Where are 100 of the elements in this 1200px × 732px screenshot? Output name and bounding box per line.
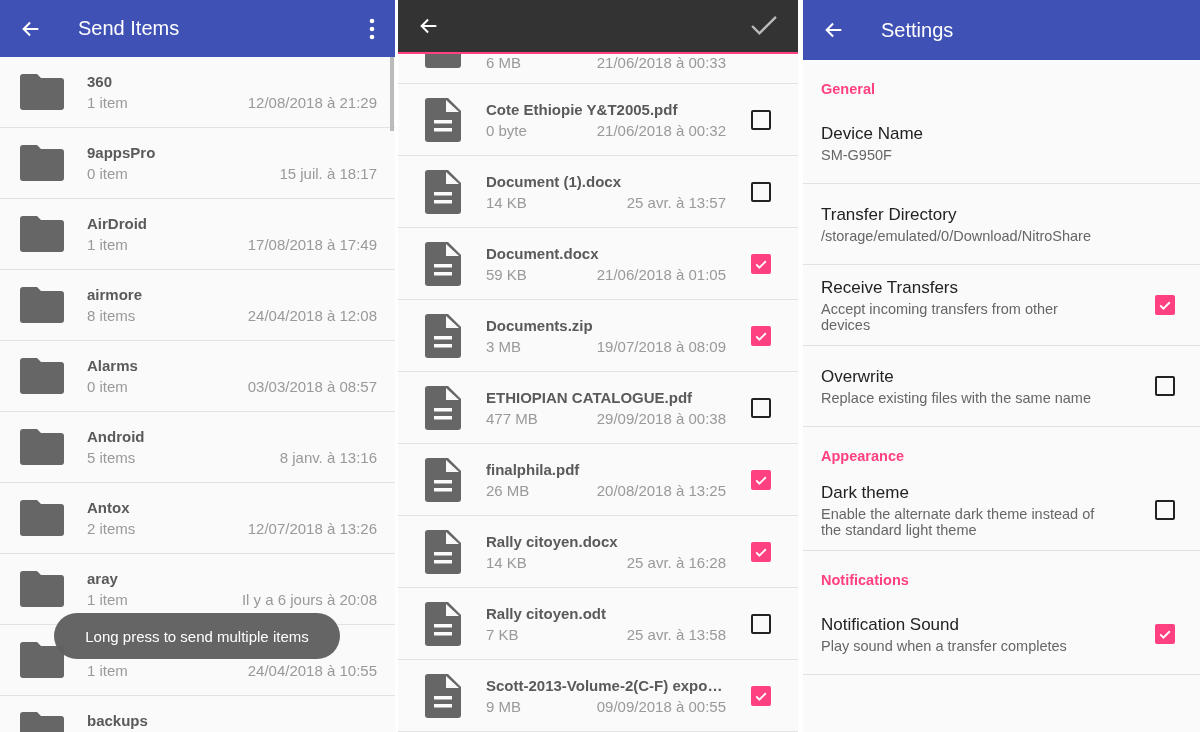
modified-date: 21/06/2018 à 00:32	[596, 121, 726, 139]
modified-date: Il y a 6 jours à 20:08	[241, 591, 377, 608]
folder-icon	[20, 74, 64, 110]
setting-row[interactable]: Receive Transfers Accept incoming transfers from other devices	[803, 265, 1200, 346]
folder-icon	[20, 287, 64, 323]
scrollbar-thumb[interactable]	[390, 57, 394, 131]
folder-row[interactable]: AirDroid 1 item 17/08/2018 à 17:49	[0, 199, 395, 270]
folder-row[interactable]: Antox 2 items 12/07/2018 à 13:26	[0, 483, 395, 554]
file-row[interactable]: Documents.zip 3 MB 19/07/2018 à 08:09	[398, 300, 798, 372]
modified-date: 25 avr. à 13:57	[626, 193, 726, 211]
setting-summary: Accept incoming transfers from other devices	[821, 300, 1059, 333]
folder-name: Alarms	[87, 357, 139, 374]
file-row[interactable]: Cote Ethiopie Y&T2005.pdf 0 byte 21/06/2018 à 00:32	[398, 84, 798, 156]
document-icon	[425, 601, 461, 646]
folder-name: AirDroid	[87, 215, 148, 232]
document-icon	[425, 457, 461, 502]
more-options-icon[interactable]	[369, 17, 375, 40]
file-size: 7 KB	[486, 625, 519, 643]
checkbox[interactable]	[751, 325, 771, 346]
folder-row[interactable]: Android 5 items 8 janv. à 13:16	[0, 412, 395, 483]
file-name: ETHIOPIAN CATALOGUE.pdf	[486, 388, 694, 406]
item-count: 1 item	[87, 94, 128, 111]
file-row[interactable]: finalphila.pdf 26 MB 20/08/2018 à 13:25	[398, 444, 798, 516]
document-icon	[425, 241, 461, 286]
modified-date: 19/07/2018 à 08:09	[596, 337, 726, 355]
folder-name: airmore	[87, 286, 144, 303]
folder-name: 360	[87, 73, 114, 90]
document-icon	[425, 673, 461, 718]
file-row[interactable]: Document (1).docx 14 KB 25 avr. à 13:57	[398, 156, 798, 228]
document-icon	[425, 97, 461, 142]
modified-date: 12/07/2018 à 13:26	[247, 520, 377, 537]
checkbox[interactable]	[751, 397, 771, 418]
file-size: 3 MB	[486, 337, 521, 355]
checkbox[interactable]	[751, 613, 771, 634]
checkbox[interactable]	[751, 469, 771, 490]
folder-icon	[20, 500, 64, 536]
folder-icon	[20, 216, 64, 252]
folder-row[interactable]: 360 1 item 12/08/2018 à 21:29	[0, 57, 395, 128]
setting-title: Dark theme	[821, 482, 910, 503]
file-row[interactable]: Rally citoyen.docx 14 KB 25 avr. à 16:28	[398, 516, 798, 588]
setting-title: Device Name	[821, 123, 925, 144]
file-row[interactable]: Scott-2013-Volume-2(C-F) expo… 9 MB 09/09/2018 à 00:55	[398, 660, 798, 732]
section-heading: Appearance	[820, 447, 905, 466]
folder-icon	[20, 145, 64, 181]
file-size: 0 byte	[486, 121, 527, 139]
file-name: Document.docx	[486, 244, 600, 262]
file-size: 477 MB	[486, 409, 538, 427]
file-size: 59 KB	[486, 265, 527, 283]
modified-date: 24/04/2018 à 10:55	[247, 662, 377, 679]
file-size: 9 MB	[486, 697, 521, 715]
checkbox[interactable]	[1155, 295, 1175, 315]
item-count: 0 item	[87, 165, 128, 182]
file-row[interactable]: Document.docx 59 KB 21/06/2018 à 01:05	[398, 228, 798, 300]
checkbox[interactable]	[751, 541, 771, 562]
file-name: Scott-2013-Volume-2(C-F) expo…	[486, 676, 724, 694]
checkmark-icon[interactable]	[750, 15, 778, 37]
screen-title: Settings	[881, 18, 955, 42]
checkbox[interactable]	[751, 181, 771, 202]
modified-date: 17/08/2018 à 17:49	[247, 236, 377, 253]
modified-date: 25 avr. à 16:28	[626, 553, 726, 571]
setting-title: Transfer Directory	[821, 204, 958, 225]
checkbox[interactable]	[1155, 376, 1175, 396]
folder-icon	[20, 571, 64, 607]
checkbox[interactable]	[751, 109, 771, 130]
modified-date: 12/08/2018 à 21:29	[247, 94, 377, 111]
file-size: 26 MB	[486, 481, 530, 499]
setting-row[interactable]: Notification Sound Play sound when a transfer completes	[803, 594, 1200, 675]
checkbox[interactable]	[1155, 624, 1175, 644]
folder-row[interactable]: airmore 8 items 24/04/2018 à 12:08	[0, 270, 395, 341]
checkbox[interactable]	[751, 253, 771, 274]
folder-icon	[20, 642, 64, 678]
setting-summary: SM-G950F	[821, 146, 893, 163]
file-name: Cote Ethiopie Y&T2005.pdf	[486, 100, 679, 118]
file-row[interactable]: ETHIOPIAN CATALOGUE.pdf 477 MB 29/09/2018 à 00:38	[398, 372, 798, 444]
hint-toast: Long press to send multiple items	[54, 613, 340, 659]
folder-row[interactable]: 9appsPro 0 item 15 juil. à 18:17	[0, 128, 395, 199]
setting-row[interactable]: Dark theme Enable the alternate dark theme instead of the standard light theme	[803, 470, 1200, 551]
item-count: 5 items	[87, 449, 136, 466]
checkbox[interactable]	[751, 685, 771, 706]
setting-row[interactable]: Transfer Directory /storage/emulated/0/Download/NitroShare	[803, 184, 1200, 265]
document-icon	[425, 169, 461, 214]
item-count: 0 item	[87, 378, 128, 395]
screen-title: Send Items	[78, 17, 181, 40]
folder-name: Antox	[87, 499, 131, 516]
folder-row[interactable]: backups	[0, 696, 395, 732]
file-row[interactable]: Rally citoyen.odt 7 KB 25 avr. à 13:58	[398, 588, 798, 660]
setting-summary: /storage/emulated/0/Download/NitroShare	[821, 227, 1092, 244]
item-count: 1 item	[87, 591, 128, 608]
setting-row[interactable]: Device Name SM-G950F	[803, 103, 1200, 184]
document-icon	[425, 385, 461, 430]
folder-icon	[20, 358, 64, 394]
file-name: Documents.zip	[486, 316, 594, 334]
item-count: 1 item	[87, 662, 128, 679]
folder-row[interactable]: Alarms 0 item 03/03/2018 à 08:57	[0, 341, 395, 412]
file-name: Document (1).docx	[486, 172, 622, 190]
document-icon	[425, 529, 461, 574]
setting-row[interactable]: Overwrite Replace existing files with the same name	[803, 346, 1200, 427]
file-name: Rally citoyen.odt	[486, 604, 608, 622]
checkbox[interactable]	[1155, 500, 1175, 520]
setting-summary: Play sound when a transfer completes	[821, 637, 1068, 654]
